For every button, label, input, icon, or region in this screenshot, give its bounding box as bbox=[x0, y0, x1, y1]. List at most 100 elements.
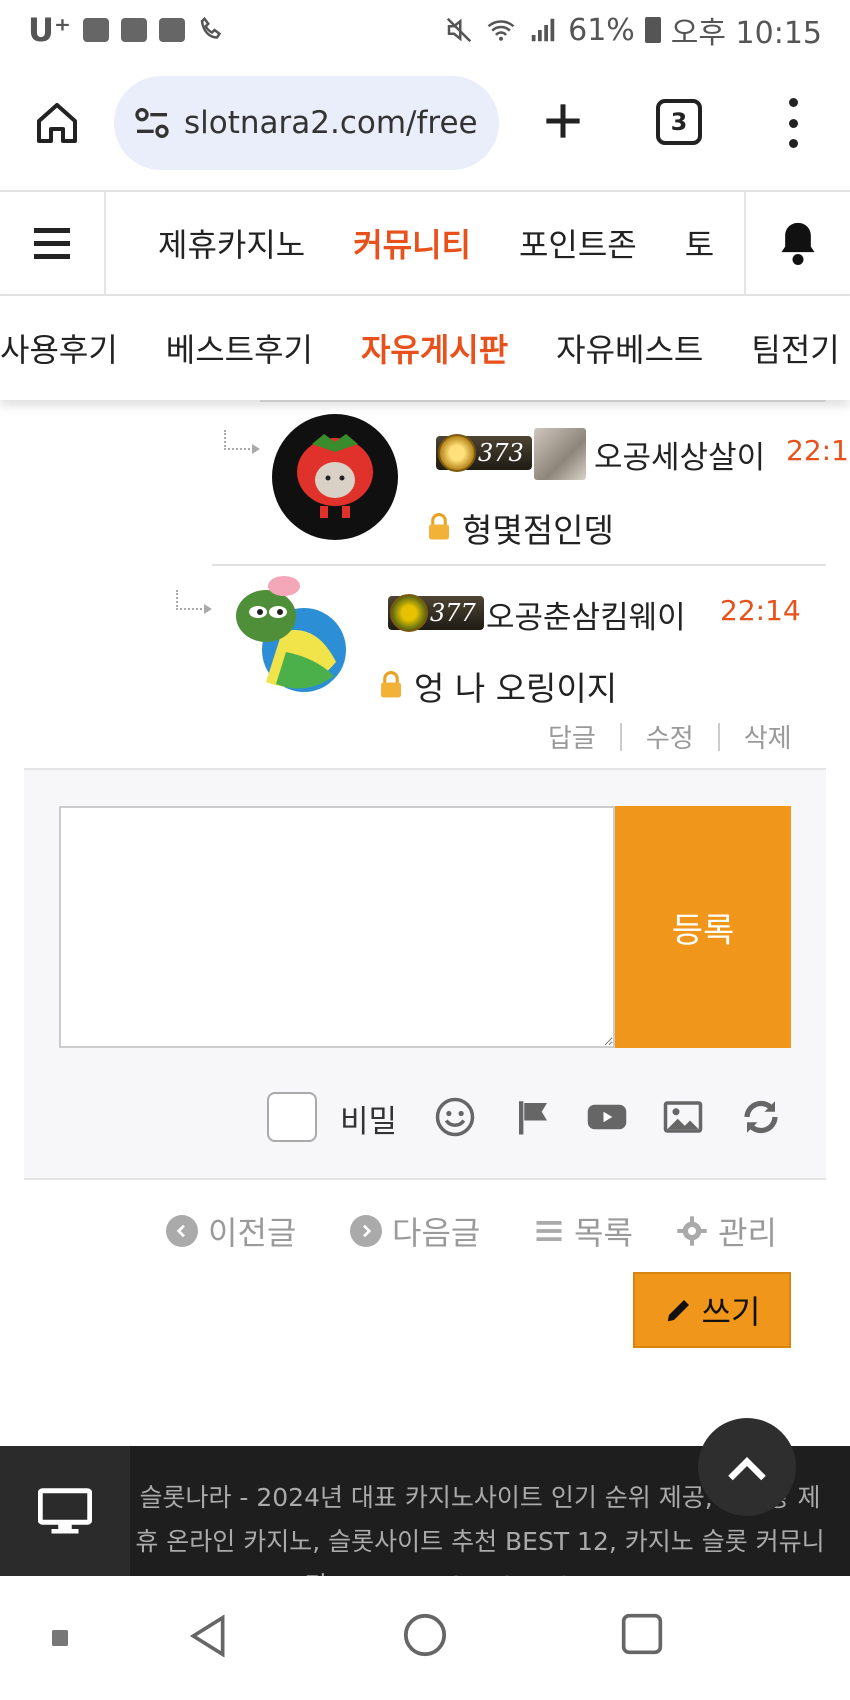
image-icon[interactable] bbox=[662, 1096, 704, 1138]
submit-comment-button[interactable]: 등록 bbox=[615, 806, 791, 1048]
notification-icon bbox=[82, 18, 109, 42]
comment-actions: 답글 수정 삭제 bbox=[548, 718, 792, 755]
comment-form-tools: 비밀 bbox=[24, 1092, 826, 1142]
manage-link[interactable]: 관리 bbox=[676, 1208, 777, 1254]
new-tab-icon[interactable] bbox=[538, 96, 588, 146]
prev-post-label: 이전글 bbox=[208, 1214, 297, 1252]
list-label: 목록 bbox=[574, 1214, 633, 1252]
separator bbox=[619, 722, 622, 751]
sub-nav-team[interactable]: 팀전기 bbox=[727, 325, 850, 371]
comment-author[interactable]: 오공춘삼킴웨이 bbox=[486, 592, 686, 637]
browser-menu-icon[interactable] bbox=[780, 98, 806, 148]
level-badge: 373 bbox=[436, 434, 532, 472]
secret-checkbox[interactable] bbox=[267, 1092, 317, 1142]
carrier-label: U⁺ bbox=[28, 11, 71, 49]
battery-icon bbox=[644, 17, 661, 43]
home-circle-icon[interactable] bbox=[402, 1612, 448, 1658]
comment-text: 엉 나 오링이지 bbox=[414, 669, 618, 708]
list-link[interactable]: 목록 bbox=[534, 1208, 633, 1254]
site-settings-icon[interactable] bbox=[132, 103, 172, 143]
status-right: 61% 오후 10:15 bbox=[444, 8, 822, 52]
reply-arrow-icon bbox=[176, 590, 212, 614]
status-bar: U⁺ 61% 오후 10:15 bbox=[0, 0, 850, 60]
hamburger-menu-icon[interactable] bbox=[0, 192, 106, 294]
comment-time: 22:14 bbox=[786, 434, 850, 467]
home-button[interactable] bbox=[28, 94, 86, 152]
tab-switcher-button[interactable]: 3 bbox=[656, 99, 702, 145]
comment-time: 22:14 bbox=[720, 594, 801, 627]
reply-arrow-icon bbox=[224, 430, 260, 454]
notification-icon bbox=[158, 18, 185, 42]
site-main-nav: 제휴카지노 커뮤니티 포인트존 토 bbox=[0, 190, 850, 296]
chevron-left-icon bbox=[166, 1215, 198, 1247]
comment-divider bbox=[212, 564, 826, 566]
nav-item-point-zone[interactable]: 포인트존 bbox=[495, 220, 661, 266]
status-left: U⁺ bbox=[28, 11, 227, 49]
edit-link[interactable]: 수정 bbox=[646, 718, 694, 755]
prev-post-link[interactable]: 이전글 bbox=[166, 1208, 296, 1254]
next-post-link[interactable]: 다음글 bbox=[350, 1208, 480, 1254]
bell-icon bbox=[781, 222, 815, 265]
list-icon bbox=[536, 1221, 562, 1241]
rank-medal-icon bbox=[438, 434, 476, 472]
refresh-icon[interactable] bbox=[740, 1096, 782, 1138]
write-post-button[interactable]: 쓰기 bbox=[633, 1272, 791, 1348]
avatar[interactable] bbox=[272, 414, 398, 540]
chevron-up-icon bbox=[728, 1456, 766, 1481]
notification-icon bbox=[120, 18, 147, 42]
sub-nav: 사용후기 베스트후기 자유게시판 자유베스트 팀전기 bbox=[0, 296, 850, 400]
browser-toolbar: slotnara2.com/free 3 bbox=[0, 70, 850, 176]
comment-form: 등록 비밀 bbox=[24, 768, 826, 1180]
address-bar[interactable]: slotnara2.com/free bbox=[114, 76, 499, 170]
back-icon[interactable] bbox=[186, 1612, 230, 1660]
rank-medal-icon bbox=[390, 594, 428, 632]
reply-link[interactable]: 답글 bbox=[548, 718, 596, 755]
comment-author[interactable]: 오공세상살이 bbox=[594, 432, 765, 477]
signal-icon bbox=[531, 18, 555, 42]
desktop-view-button[interactable] bbox=[0, 1446, 130, 1576]
mute-icon bbox=[446, 17, 472, 43]
sub-nav-free-board[interactable]: 자유게시판 bbox=[337, 325, 532, 371]
comment-divider bbox=[260, 400, 826, 402]
manage-label: 관리 bbox=[718, 1214, 777, 1252]
url-text: slotnara2.com/free bbox=[184, 105, 478, 141]
home-icon bbox=[37, 103, 77, 143]
system-nav-bar bbox=[0, 1576, 850, 1700]
separator bbox=[717, 722, 720, 751]
write-label: 쓰기 bbox=[701, 1293, 761, 1331]
level-badge: 377 bbox=[388, 594, 484, 632]
strawberry-cat-avatar bbox=[297, 434, 373, 518]
sub-nav-free-best[interactable]: 자유베스트 bbox=[532, 325, 727, 371]
desktop-icon bbox=[38, 1488, 92, 1534]
nav-item-community[interactable]: 커뮤니티 bbox=[329, 220, 495, 266]
flag-icon[interactable] bbox=[512, 1096, 554, 1138]
notification-button[interactable] bbox=[744, 192, 850, 294]
delete-link[interactable]: 삭제 bbox=[744, 718, 792, 755]
chevron-right-icon bbox=[350, 1215, 382, 1247]
clock: 오후 10:15 bbox=[670, 16, 822, 51]
youtube-icon[interactable] bbox=[586, 1096, 628, 1138]
recent-dot-icon[interactable] bbox=[52, 1630, 68, 1646]
sub-nav-best-review[interactable]: 베스트후기 bbox=[142, 325, 337, 371]
post-navigation: 이전글 다음글 목록 관리 bbox=[0, 1208, 850, 1258]
battery-level: 61% bbox=[568, 12, 635, 48]
secret-label: 비밀 bbox=[340, 1104, 398, 1140]
recent-apps-icon[interactable] bbox=[620, 1612, 664, 1656]
scroll-top-button[interactable] bbox=[698, 1418, 796, 1516]
tab-count: 3 bbox=[670, 108, 688, 136]
level-number: 377 bbox=[430, 599, 476, 627]
avatar[interactable] bbox=[226, 572, 352, 698]
gear-icon bbox=[677, 1216, 707, 1246]
pepe-parrot-avatar bbox=[236, 576, 346, 692]
comment-text: 형몇점인뎅 bbox=[462, 511, 614, 550]
smile-icon[interactable] bbox=[434, 1096, 476, 1138]
main-nav-items: 제휴카지노 커뮤니티 포인트존 토 bbox=[106, 192, 744, 294]
pencil-icon bbox=[667, 1300, 689, 1322]
lock-icon bbox=[429, 512, 449, 540]
nav-item-more[interactable]: 토 bbox=[661, 220, 738, 266]
level-number: 373 bbox=[478, 439, 524, 467]
sub-nav-review[interactable]: 사용후기 bbox=[0, 325, 142, 371]
comment-section: 373 오공세상살이 22:14 형몇점인뎅 377 오공춘삼킴웨이 22:14… bbox=[0, 400, 850, 1446]
comment-input[interactable] bbox=[59, 806, 615, 1048]
nav-item-partner-casino[interactable]: 제휴카지노 bbox=[106, 220, 329, 266]
